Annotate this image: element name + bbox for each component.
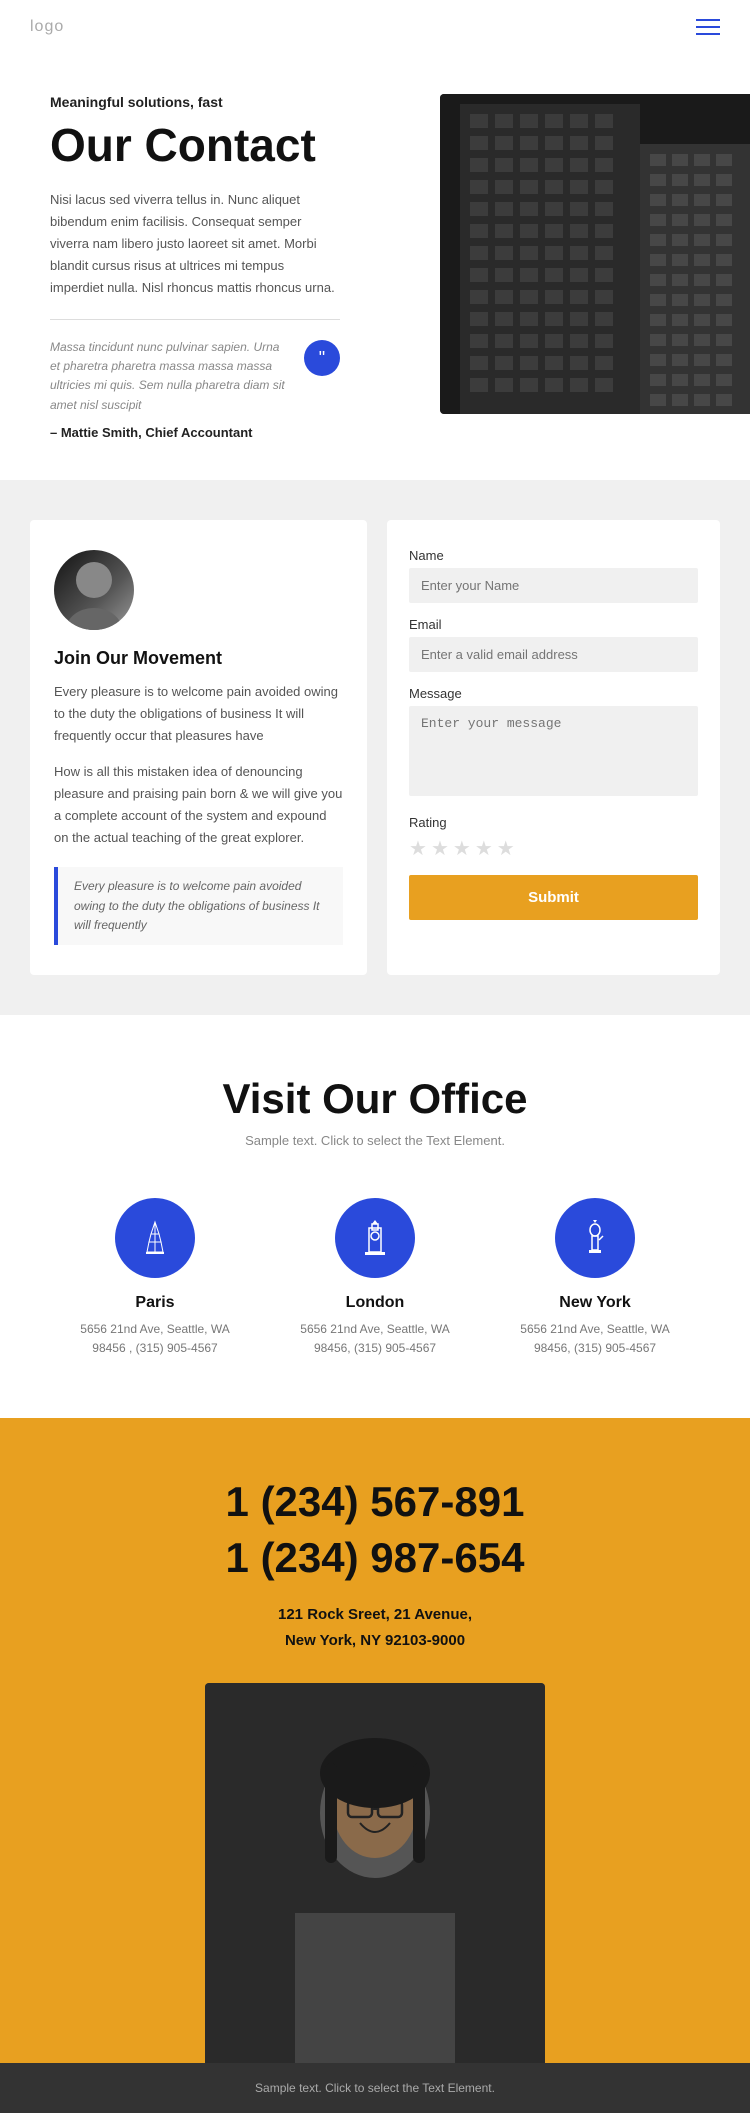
hero-section: Meaningful solutions, fast Our Contact N…: [0, 54, 750, 480]
name-label: Name: [409, 548, 698, 563]
hero-description: Nisi lacus sed viverra tellus in. Nunc a…: [50, 189, 340, 299]
hero-left: Meaningful solutions, fast Our Contact N…: [50, 94, 720, 440]
email-input[interactable]: [409, 637, 698, 672]
rating-label: Rating: [409, 815, 698, 830]
quote-icon: ": [304, 340, 340, 376]
message-input[interactable]: [409, 706, 698, 796]
star-5[interactable]: ★: [497, 836, 515, 861]
paris-city: Paris: [65, 1294, 245, 1312]
hamburger-menu[interactable]: [696, 19, 720, 35]
section2-inner: Join Our Movement Every pleasure is to w…: [30, 520, 720, 975]
contact-address: 121 Rock Sreet, 21 Avenue,New York, NY 9…: [30, 1602, 720, 1653]
star-rating[interactable]: ★ ★ ★ ★ ★: [409, 836, 698, 861]
email-form-group: Email: [409, 617, 698, 672]
london-icon: [335, 1198, 415, 1278]
hero-subtitle: Meaningful solutions, fast: [50, 94, 700, 110]
offices-list: Paris 5656 21nd Ave, Seattle, WA 98456 ,…: [30, 1198, 720, 1358]
offices-section: Visit Our Office Sample text. Click to s…: [0, 1015, 750, 1418]
office-newyork: New York 5656 21nd Ave, Seattle, WA 9845…: [505, 1198, 685, 1358]
hero-title: Our Contact: [50, 120, 700, 171]
blockquote-text: Every pleasure is to welcome pain avoide…: [74, 877, 327, 935]
person-image: [205, 1683, 545, 2063]
london-city: London: [285, 1294, 465, 1312]
avatar: [54, 550, 134, 630]
newyork-city: New York: [505, 1294, 685, 1312]
quote-mark: ": [319, 348, 325, 369]
star-2[interactable]: ★: [431, 836, 449, 861]
offices-title: Visit Our Office: [30, 1075, 720, 1123]
office-paris: Paris 5656 21nd Ave, Seattle, WA 98456 ,…: [65, 1198, 245, 1358]
phone-number-1: 1 (234) 567-891: [30, 1478, 720, 1526]
paris-address: 5656 21nd Ave, Seattle, WA 98456 , (315)…: [65, 1320, 245, 1358]
message-form-group: Message: [409, 686, 698, 801]
london-address: 5656 21nd Ave, Seattle, WA 98456, (315) …: [285, 1320, 465, 1358]
hero-author: – Mattie Smith, Chief Accountant: [50, 425, 700, 440]
email-label: Email: [409, 617, 698, 632]
newyork-icon: [555, 1198, 635, 1278]
star-4[interactable]: ★: [475, 836, 493, 861]
header: logo: [0, 0, 750, 54]
join-form-section: Join Our Movement Every pleasure is to w…: [0, 480, 750, 1015]
message-label: Message: [409, 686, 698, 701]
footer-text: Sample text. Click to select the Text El…: [30, 2081, 720, 2095]
paris-icon: [115, 1198, 195, 1278]
hero-quote: Massa tincidunt nunc pulvinar sapien. Ur…: [50, 338, 340, 415]
hero-quote-text: Massa tincidunt nunc pulvinar sapien. Ur…: [50, 338, 292, 415]
offices-subtitle: Sample text. Click to select the Text El…: [30, 1133, 720, 1148]
office-london: London 5656 21nd Ave, Seattle, WA 98456,…: [285, 1198, 465, 1358]
logo: logo: [30, 18, 64, 36]
join-title: Join Our Movement: [54, 648, 343, 669]
hero-divider: [50, 319, 340, 320]
star-1[interactable]: ★: [409, 836, 427, 861]
star-3[interactable]: ★: [453, 836, 471, 861]
name-input[interactable]: [409, 568, 698, 603]
phone-number-2: 1 (234) 987-654: [30, 1534, 720, 1582]
contact-form-card: Name Email Message Rating ★ ★ ★ ★ ★ Subm…: [387, 520, 720, 975]
name-form-group: Name: [409, 548, 698, 603]
footer: Sample text. Click to select the Text El…: [0, 2063, 750, 2113]
blockquote-box: Every pleasure is to welcome pain avoide…: [54, 867, 343, 945]
join-card: Join Our Movement Every pleasure is to w…: [30, 520, 367, 975]
contact-yellow-section: 1 (234) 567-891 1 (234) 987-654 121 Rock…: [0, 1418, 750, 2063]
join-desc2: How is all this mistaken idea of denounc…: [54, 761, 343, 849]
newyork-address: 5656 21nd Ave, Seattle, WA 98456, (315) …: [505, 1320, 685, 1358]
submit-button[interactable]: Submit: [409, 875, 698, 920]
join-desc1: Every pleasure is to welcome pain avoide…: [54, 681, 343, 747]
